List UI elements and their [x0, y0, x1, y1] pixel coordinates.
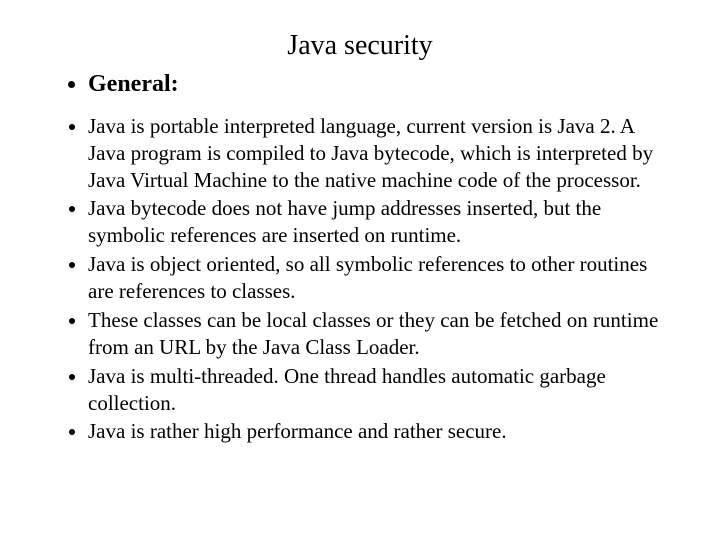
list-item: Java is multi-threaded. One thread handl… — [88, 363, 672, 417]
list-item: Java bytecode does not have jump address… — [88, 195, 672, 249]
list-item: Java is object oriented, so all symbolic… — [88, 251, 672, 305]
list-item: These classes can be local classes or th… — [88, 307, 672, 361]
list-item: Java is rather high performance and rath… — [88, 418, 672, 445]
body-list: Java is portable interpreted language, c… — [48, 113, 672, 446]
list-item: Java is portable interpreted language, c… — [88, 113, 672, 194]
heading-list: General: — [48, 70, 672, 99]
heading-item: General: — [88, 70, 672, 99]
slide-title: Java security — [48, 30, 672, 62]
